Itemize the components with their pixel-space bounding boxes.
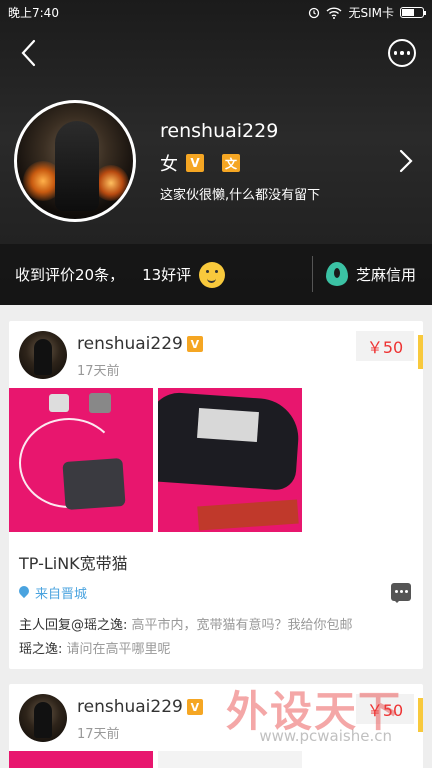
post-photo[interactable]	[158, 388, 302, 532]
post-card[interactable]: ￥50 renshuai229 V 17天前 TP-LiNK宽带猫 来自晋城 主…	[9, 321, 423, 669]
location-pin-icon	[19, 586, 29, 599]
watermark-url: www.pcwaishe.cn	[259, 727, 392, 745]
post-time: 17天前	[77, 727, 120, 742]
reply-author: 瑶之逸:	[19, 642, 63, 657]
post-photo[interactable]	[9, 388, 153, 532]
profile-bio: 这家伙很懒,什么都没有留下	[160, 188, 321, 203]
verified-badge-icon: V	[186, 336, 203, 352]
gender-label: 女	[160, 154, 178, 175]
status-bar: 晚上7:40 无SIM卡	[0, 0, 432, 24]
good-reviews-count: 13好评	[142, 266, 192, 284]
smiley-icon	[199, 261, 226, 288]
battery-icon	[400, 7, 426, 18]
carrier-label: 无SIM卡	[348, 6, 394, 20]
status-time: 晚上7:40	[8, 6, 59, 20]
reply-text: 请问在高平哪里呢	[62, 642, 171, 657]
alarm-icon	[309, 7, 320, 18]
verified-badge-icon: V	[186, 154, 204, 172]
sesame-credit-label: 芝麻信用	[356, 265, 417, 284]
gender-row: 女 V 文	[160, 150, 240, 176]
reviews-count: 收到评价20条，	[15, 266, 125, 284]
reply-text: 高平市内，宽带猫有意吗？我给你包邮	[127, 618, 353, 633]
post-author-name: renshuai229	[77, 334, 183, 354]
post-photo[interactable]	[9, 751, 153, 768]
reply-item[interactable]: 瑶之逸: 请问在高平哪里呢	[19, 638, 171, 657]
profile-avatar[interactable]	[14, 100, 136, 222]
profile-header: 晚上7:40 无SIM卡 renshuai229 女 V 文 这家伙很懒,什么都…	[0, 0, 432, 305]
wifi-icon	[326, 6, 342, 19]
sesame-credit-button[interactable]: 芝麻信用	[326, 262, 416, 286]
reply-author: 主人回复@瑶之逸:	[19, 618, 128, 633]
chevron-right-icon[interactable]	[398, 148, 414, 174]
avatar[interactable]	[19, 331, 67, 379]
post-location: 来自晋城	[19, 583, 87, 602]
post-location-text: 来自晋城	[35, 587, 88, 602]
stats-divider	[312, 256, 313, 292]
price-accent	[418, 698, 423, 732]
post-photo[interactable]	[158, 751, 302, 768]
verified-badge-icon: V	[186, 699, 203, 715]
post-author-name: renshuai229	[77, 697, 183, 717]
price-tag: ￥50	[356, 331, 414, 361]
avatar[interactable]	[19, 694, 67, 742]
more-options-button[interactable]	[388, 39, 416, 67]
price-accent	[418, 335, 423, 369]
comment-icon[interactable]	[391, 583, 411, 603]
reply-item[interactable]: 主人回复@瑶之逸: 高平市内，宽带猫有意吗？我给你包邮	[19, 614, 353, 633]
post-author[interactable]: renshuai229 V	[77, 334, 203, 354]
profile-username: renshuai229	[160, 120, 279, 142]
status-right: 无SIM卡	[308, 4, 426, 21]
culture-badge-icon: 文	[222, 154, 240, 172]
back-icon[interactable]	[18, 38, 42, 68]
sesame-credit-icon	[326, 262, 348, 286]
post-time: 17天前	[77, 364, 120, 379]
post-title[interactable]: TP-LiNK宽带猫	[19, 550, 128, 574]
post-author[interactable]: renshuai229 V	[77, 697, 203, 717]
